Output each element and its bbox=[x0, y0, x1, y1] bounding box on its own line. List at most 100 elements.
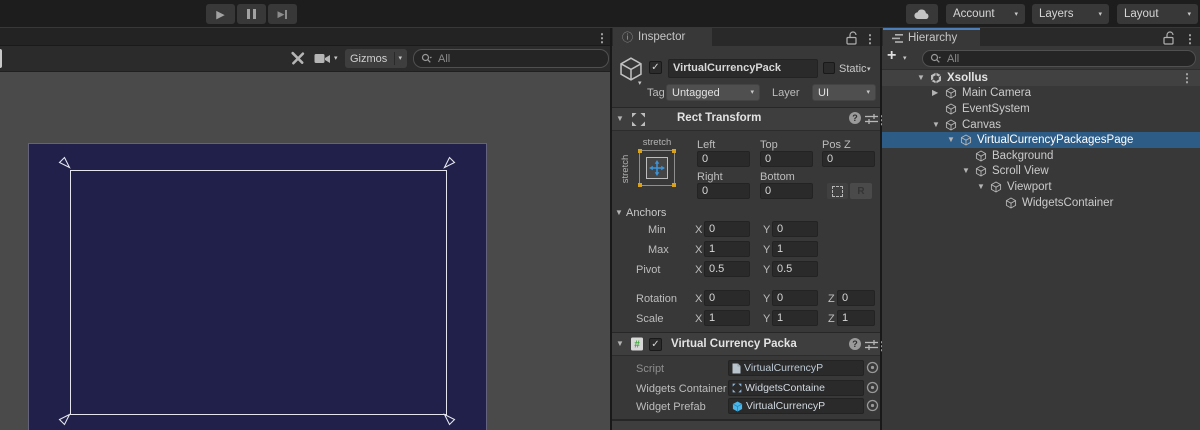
next-component-header bbox=[612, 419, 880, 430]
tag-dropdown[interactable]: Untagged ▾ bbox=[666, 84, 760, 101]
scale-y-field[interactable]: 1 bbox=[772, 310, 818, 326]
scene-panel: ⋮ ▾ Gizmos ▾ bbox=[0, 28, 610, 430]
play-button[interactable]: ▶ bbox=[206, 4, 235, 24]
widget-prefab-object-field[interactable]: VirtualCurrencyP bbox=[728, 398, 864, 414]
hierarchy-row-viewport[interactable]: ▼ Viewport bbox=[882, 179, 1200, 195]
hierarchy-row-widgetscontainer[interactable]: WidgetsContainer bbox=[882, 195, 1200, 211]
account-dropdown[interactable]: Account ▾ bbox=[946, 4, 1025, 24]
lock-open-icon[interactable] bbox=[1163, 31, 1175, 45]
rotation-y-field[interactable]: 0 bbox=[772, 290, 818, 306]
scale-label: Scale bbox=[636, 313, 664, 325]
scene-search-field[interactable]: All bbox=[413, 49, 609, 68]
gameobject-active-checkbox[interactable]: ✓ bbox=[649, 61, 662, 74]
foldout-open-icon[interactable]: ▼ bbox=[615, 209, 623, 217]
layout-dropdown[interactable]: Layout ▾ bbox=[1117, 4, 1198, 24]
hierarchy-row-main-camera[interactable]: ▶ Main Camera bbox=[882, 86, 1200, 102]
tab-inspector[interactable]: ⓘ Inspector bbox=[613, 28, 712, 46]
layer-dropdown[interactable]: UI ▾ bbox=[812, 84, 876, 101]
scene-viewport[interactable] bbox=[0, 72, 610, 430]
hierarchy-row-scroll-view[interactable]: ▼Scroll View bbox=[882, 164, 1200, 180]
pivot-x-field[interactable]: 0.5 bbox=[704, 261, 750, 277]
rotation-x-field[interactable]: 0 bbox=[704, 290, 750, 306]
gameobject-icon bbox=[960, 134, 977, 146]
hierarchy-row-background[interactable]: Background bbox=[882, 148, 1200, 164]
max-y-field[interactable]: 1 bbox=[772, 241, 818, 257]
scene-panel-menu-icon[interactable]: ⋮ bbox=[596, 32, 606, 44]
hierarchy-item-label: Main Camera bbox=[962, 87, 1031, 99]
right-field[interactable]: 0 bbox=[697, 183, 750, 199]
foldout-open-icon[interactable]: ▼ bbox=[962, 167, 975, 175]
inspector-menu-icon[interactable]: ⋮ bbox=[864, 33, 874, 45]
foldout-open-icon[interactable]: ▼ bbox=[932, 121, 945, 129]
component-enabled-checkbox[interactable]: ✓ bbox=[649, 338, 662, 351]
chevron-down-icon: ▾ bbox=[1014, 11, 1018, 18]
foldout-open-icon[interactable]: ▼ bbox=[917, 74, 930, 82]
widgets-container-object-field[interactable]: WidgetsContaine bbox=[728, 380, 864, 396]
editor-tools-icon[interactable] bbox=[290, 51, 305, 66]
axis-y-label: Y bbox=[763, 293, 770, 305]
inspector-tab-label: Inspector bbox=[638, 31, 685, 43]
hierarchy-row-canvas[interactable]: ▼Canvas bbox=[882, 117, 1200, 133]
foldout-open-icon[interactable]: ▼ bbox=[977, 183, 990, 191]
hierarchy-item-label: Viewport bbox=[1007, 181, 1052, 193]
hierarchy-row-xsollus[interactable]: ▼Xsollus⋮ bbox=[882, 70, 1200, 86]
object-picker-icon[interactable] bbox=[866, 381, 879, 394]
anchor-handle-icon[interactable] bbox=[443, 155, 457, 169]
blueprint-icon bbox=[832, 186, 843, 197]
add-gameobject-button[interactable]: + bbox=[887, 47, 896, 65]
tab-hierarchy[interactable]: Hierarchy bbox=[883, 30, 980, 46]
rotation-z-field[interactable]: 0 bbox=[837, 290, 875, 306]
help-icon[interactable]: ? bbox=[849, 338, 861, 350]
foldout-open-icon[interactable]: ▼ bbox=[616, 340, 624, 348]
scene-toolbar: ▾ Gizmos ▾ All bbox=[0, 46, 610, 72]
anchor-preset-button[interactable] bbox=[639, 150, 675, 186]
blueprint-mode-button[interactable] bbox=[827, 183, 848, 199]
max-x-field[interactable]: 1 bbox=[704, 241, 750, 257]
hierarchy-menu-icon[interactable]: ⋮ bbox=[1184, 33, 1194, 45]
scene-menu-icon[interactable]: ⋮ bbox=[1181, 71, 1193, 85]
bottom-field[interactable]: 0 bbox=[760, 183, 813, 199]
anchor-handle-icon[interactable] bbox=[443, 413, 457, 427]
scale-x-field[interactable]: 1 bbox=[704, 310, 750, 326]
foldout-closed-icon[interactable]: ▶ bbox=[932, 89, 945, 97]
scale-z-field[interactable]: 1 bbox=[837, 310, 875, 326]
chevron-down-icon[interactable]: ▾ bbox=[903, 55, 907, 62]
static-checkbox[interactable] bbox=[823, 62, 835, 74]
hierarchy-toolbar: + ▾ All bbox=[882, 46, 1200, 70]
chevron-down-icon[interactable]: ▾ bbox=[638, 80, 642, 87]
left-field[interactable]: 0 bbox=[697, 151, 750, 167]
object-picker-icon[interactable] bbox=[866, 399, 879, 412]
help-icon[interactable]: ? bbox=[849, 112, 861, 124]
lock-open-icon[interactable] bbox=[846, 31, 858, 45]
foldout-open-icon[interactable]: ▼ bbox=[947, 136, 960, 144]
gameobject-name-field[interactable]: VirtualCurrencyPack bbox=[668, 59, 818, 78]
chevron-down-icon[interactable]: ▾ bbox=[867, 66, 871, 73]
hierarchy-row-eventsystem[interactable]: EventSystem bbox=[882, 101, 1200, 117]
left-label: Left bbox=[697, 139, 715, 151]
top-field[interactable]: 0 bbox=[760, 151, 813, 167]
anchor-handle-icon[interactable] bbox=[57, 155, 71, 169]
stretch-arrows-icon bbox=[649, 160, 665, 176]
play-icon: ▶ bbox=[216, 8, 224, 21]
pivot-y-field[interactable]: 0.5 bbox=[772, 261, 818, 277]
rect-transform-gizmo[interactable] bbox=[70, 170, 447, 415]
pause-button[interactable] bbox=[237, 4, 266, 24]
hierarchy-search-field[interactable]: All bbox=[922, 50, 1196, 67]
raw-edit-mode-button[interactable]: R bbox=[850, 183, 872, 199]
layers-dropdown[interactable]: Layers ▾ bbox=[1032, 4, 1109, 24]
object-picker-icon[interactable] bbox=[866, 361, 879, 374]
chevron-down-icon[interactable]: ▾ bbox=[334, 55, 338, 62]
step-button[interactable]: ▶ bbox=[268, 4, 297, 24]
posz-field[interactable]: 0 bbox=[822, 151, 875, 167]
gizmos-dropdown[interactable]: Gizmos ▾ bbox=[345, 49, 407, 68]
axis-y-label: Y bbox=[763, 244, 770, 256]
foldout-open-icon[interactable]: ▼ bbox=[616, 115, 624, 123]
scene-camera-icon[interactable] bbox=[314, 53, 331, 65]
anchor-handle-icon[interactable] bbox=[57, 413, 71, 427]
cloud-button[interactable] bbox=[906, 4, 938, 24]
hierarchy-row-virtualcurrencypackagespage[interactable]: ▼VirtualCurrencyPackagesPage bbox=[882, 132, 1200, 148]
min-y-field[interactable]: 0 bbox=[772, 221, 818, 237]
script-object-field[interactable]: VirtualCurrencyP bbox=[728, 360, 864, 376]
min-x-field[interactable]: 0 bbox=[704, 221, 750, 237]
gameobject-cube-icon[interactable] bbox=[618, 56, 644, 82]
